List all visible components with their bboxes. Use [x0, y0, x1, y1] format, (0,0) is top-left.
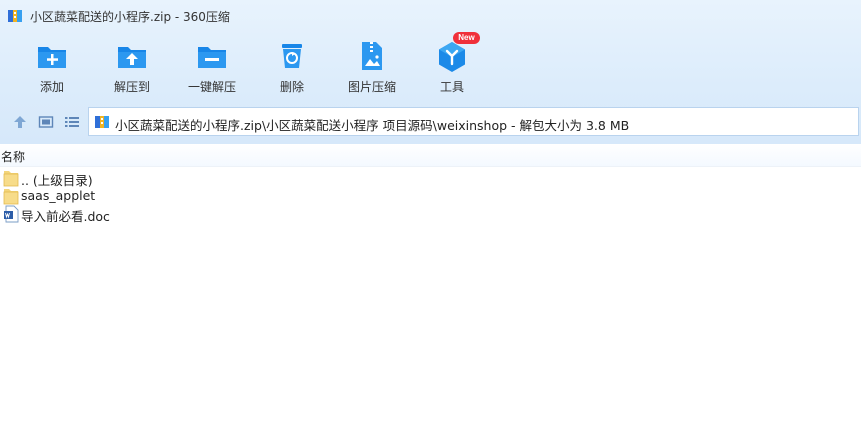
- name-column-label: 名称: [1, 150, 26, 164]
- tools-button[interactable]: 工具: [412, 36, 492, 98]
- extract-to-button[interactable]: 解压到: [92, 36, 172, 98]
- image-compress-icon: [356, 40, 388, 72]
- image-compress-label: 图片压缩: [347, 80, 396, 94]
- recycle-bin-icon: [276, 40, 308, 72]
- extract-to-label: 解压到: [113, 80, 150, 94]
- archive-file-icon: [94, 114, 110, 130]
- list-item[interactable]: .. (上级目录): [0, 169, 861, 188]
- address-path: 小区蔬菜配送的小程序.zip\小区蔬菜配送小程序 项目源码\weixinshop…: [115, 118, 630, 133]
- add-label: 添加: [39, 80, 64, 94]
- file-list: 名称 .. (上级目录) saas_applet 导入前必看.doc: [0, 144, 861, 447]
- folder-icon: [3, 187, 19, 205]
- new-badge: New: [453, 32, 480, 44]
- list-item-name: 导入前必看.doc: [21, 209, 110, 224]
- tools-label: 工具: [439, 80, 464, 94]
- list-item[interactable]: saas_applet: [0, 187, 861, 205]
- thumbnail-view-icon[interactable]: [38, 114, 54, 130]
- window-title: 小区蔬菜配送的小程序.zip - 360压缩: [30, 10, 230, 24]
- list-item-name: saas_applet: [21, 188, 96, 203]
- extract-folder-icon: [116, 40, 148, 72]
- title-bar: 小区蔬菜配送的小程序.zip - 360压缩: [0, 0, 861, 32]
- main-toolbar: 添加 解压到 一键解压 删除 图片压缩 工具: [0, 36, 861, 98]
- add-button[interactable]: 添加: [12, 36, 92, 98]
- up-arrow-icon[interactable]: [12, 114, 28, 130]
- delete-label: 删除: [279, 80, 304, 94]
- column-header-name[interactable]: 名称: [0, 144, 861, 167]
- add-folder-icon: [36, 40, 68, 72]
- delete-button[interactable]: 删除: [252, 36, 332, 98]
- folder-up-icon: [3, 169, 19, 187]
- one-click-extract-button[interactable]: 一键解压: [172, 36, 252, 98]
- address-bar[interactable]: 小区蔬菜配送的小程序.zip\小区蔬菜配送小程序 项目源码\weixinshop…: [88, 107, 859, 136]
- one-click-extract-label: 一键解压: [187, 80, 236, 94]
- word-doc-icon: [3, 205, 19, 223]
- list-item[interactable]: 导入前必看.doc: [0, 205, 861, 224]
- archive-app-icon: [7, 8, 23, 24]
- tools-cube-icon: [436, 40, 468, 72]
- image-compress-button[interactable]: 图片压缩: [332, 36, 412, 98]
- list-view-icon[interactable]: [64, 114, 80, 130]
- one-click-extract-icon: [196, 40, 228, 72]
